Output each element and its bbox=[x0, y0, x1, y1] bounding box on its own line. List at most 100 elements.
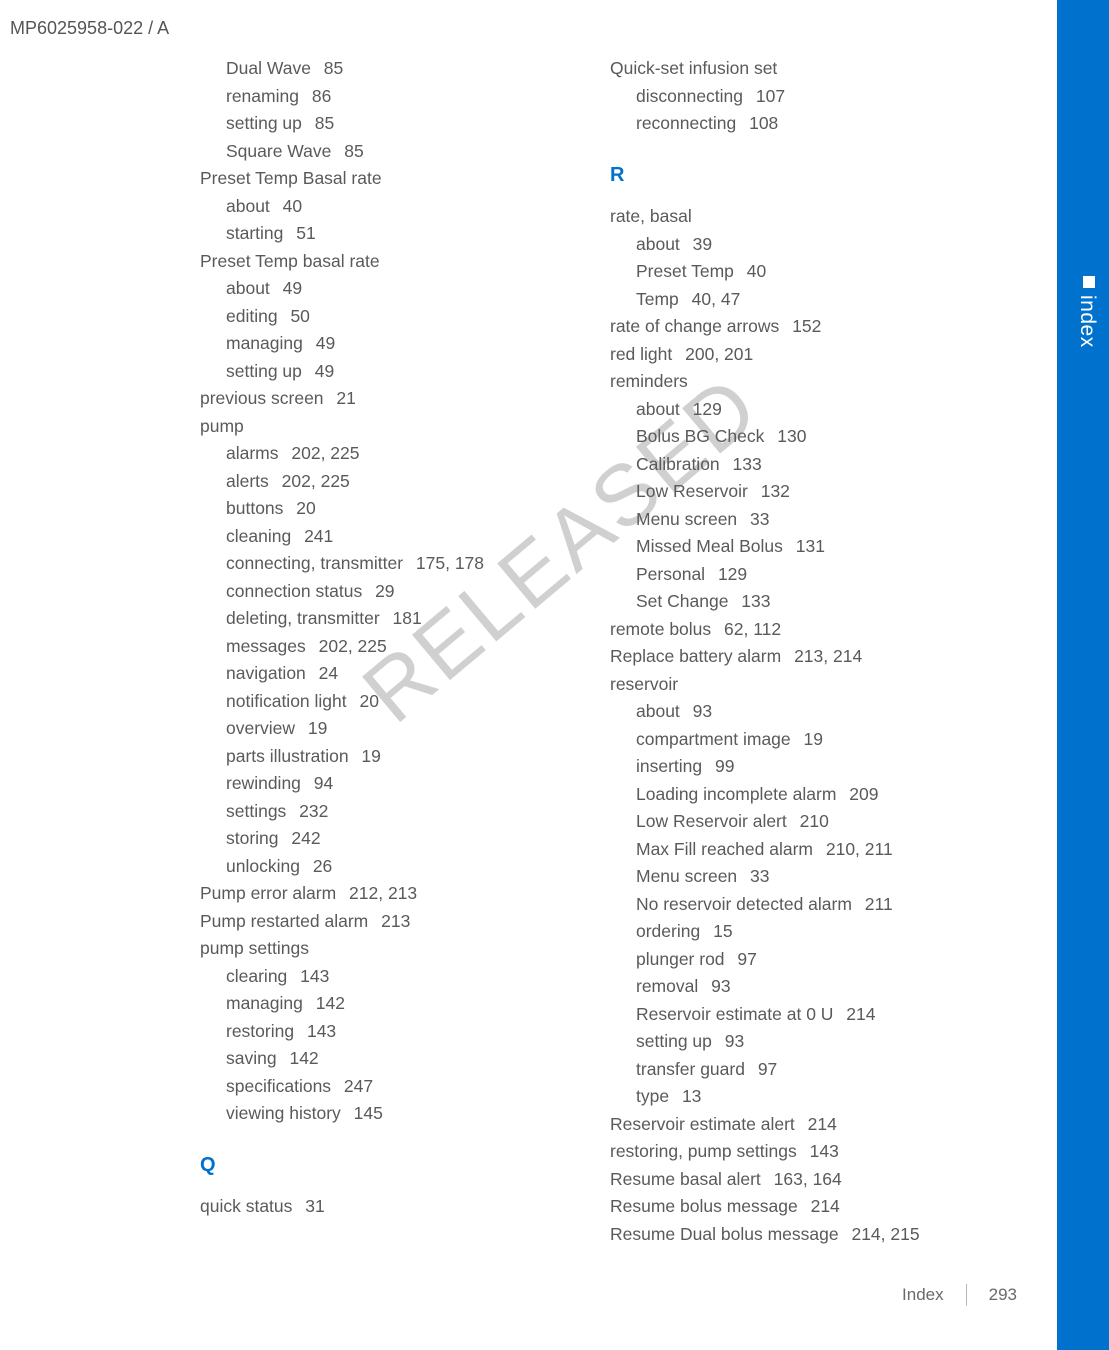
index-entry: transfer guard 97 bbox=[610, 1056, 980, 1084]
index-entry-pages: 212, 213 bbox=[344, 883, 417, 903]
index-entry-term: Preset Temp Basal rate bbox=[200, 168, 382, 188]
index-entry: No reservoir detected alarm 211 bbox=[610, 891, 980, 919]
index-entry: Missed Meal Bolus 131 bbox=[610, 533, 980, 561]
index-entry: deleting, transmitter 181 bbox=[200, 605, 570, 633]
index-entry-term: Low Reservoir bbox=[636, 481, 748, 501]
index-entry-pages: 152 bbox=[787, 316, 821, 336]
index-entry: setting up 93 bbox=[610, 1028, 980, 1056]
footer-page-number: 293 bbox=[989, 1285, 1017, 1305]
index-entry-term: previous screen bbox=[200, 388, 324, 408]
index-entry-pages: 163, 164 bbox=[769, 1169, 842, 1189]
index-entry-term: Personal bbox=[636, 564, 705, 584]
index-entry-pages: 49 bbox=[310, 361, 334, 381]
index-entry-term: buttons bbox=[226, 498, 283, 518]
index-entry-term: setting up bbox=[226, 113, 302, 133]
index-entry-pages: 49 bbox=[278, 278, 302, 298]
index-entry: settings 232 bbox=[200, 798, 570, 826]
index-entry-term: alerts bbox=[226, 471, 269, 491]
index-entry-term: pump bbox=[200, 416, 244, 436]
index-entry-term: Reservoir estimate at 0 U bbox=[636, 1004, 833, 1024]
index-entry: clearing 143 bbox=[200, 963, 570, 991]
index-entry: managing 142 bbox=[200, 990, 570, 1018]
index-entry-pages: 62, 112 bbox=[719, 619, 781, 639]
index-entry: Reservoir estimate alert 214 bbox=[610, 1111, 980, 1139]
index-entry-term: Temp bbox=[636, 289, 679, 309]
index-entry-pages: 21 bbox=[332, 388, 356, 408]
index-entry: reconnecting 108 bbox=[610, 110, 980, 138]
index-entry-pages: 143 bbox=[805, 1141, 839, 1161]
index-entry-term: connection status bbox=[226, 581, 362, 601]
index-entry-term: Resume Dual bolus message bbox=[610, 1224, 839, 1244]
index-entry: Bolus BG Check 130 bbox=[610, 423, 980, 451]
index-column-right: Quick-set infusion setdisconnecting 107r… bbox=[610, 55, 980, 1248]
index-entry-term: specifications bbox=[226, 1076, 331, 1096]
index-entry-pages: 50 bbox=[286, 306, 310, 326]
index-entry-pages: 94 bbox=[309, 773, 333, 793]
index-entry-pages: 93 bbox=[706, 976, 730, 996]
index-entry: alerts 202, 225 bbox=[200, 468, 570, 496]
index-entry: Resume Dual bolus message 214, 215 bbox=[610, 1221, 980, 1249]
index-entry-term: clearing bbox=[226, 966, 287, 986]
index-entry-pages: 213, 214 bbox=[789, 646, 862, 666]
index-entry-term: alarms bbox=[226, 443, 279, 463]
index-entry: alarms 202, 225 bbox=[200, 440, 570, 468]
index-entry-pages: 131 bbox=[791, 536, 825, 556]
index-entry-pages: 214, 215 bbox=[847, 1224, 920, 1244]
index-entry-pages: 51 bbox=[291, 223, 315, 243]
index-entry-term: Set Change bbox=[636, 591, 728, 611]
index-entry: rate, basal bbox=[610, 203, 980, 231]
index-entry-term: quick status bbox=[200, 1196, 292, 1216]
index-entry-term: setting up bbox=[226, 361, 302, 381]
index-entry: previous screen 21 bbox=[200, 385, 570, 413]
index-entry-term: Resume bolus message bbox=[610, 1196, 798, 1216]
index-entry-term: type bbox=[636, 1086, 669, 1106]
index-entry-term: Resume basal alert bbox=[610, 1169, 761, 1189]
index-entry: reservoir bbox=[610, 671, 980, 699]
index-entry-pages: 86 bbox=[307, 86, 331, 106]
side-tab: index bbox=[1057, 0, 1109, 1350]
index-entry-pages: 29 bbox=[370, 581, 394, 601]
index-entry-pages: 145 bbox=[349, 1103, 383, 1123]
index-entry: rate of change arrows 152 bbox=[610, 313, 980, 341]
index-entry-pages: 143 bbox=[295, 966, 329, 986]
side-tab-label: index bbox=[1075, 295, 1099, 348]
index-entry: Pump error alarm 212, 213 bbox=[200, 880, 570, 908]
index-entry-pages: 214 bbox=[803, 1114, 837, 1134]
index-entry-term: reconnecting bbox=[636, 113, 736, 133]
index-entry-term: No reservoir detected alarm bbox=[636, 894, 852, 914]
index-entry-pages: 232 bbox=[294, 801, 328, 821]
index-entry-term: messages bbox=[226, 636, 306, 656]
index-entry-term: Low Reservoir alert bbox=[636, 811, 787, 831]
index-entry: plunger rod 97 bbox=[610, 946, 980, 974]
index-entry: storing 242 bbox=[200, 825, 570, 853]
index-entry-pages: 133 bbox=[728, 454, 762, 474]
index-entry-pages: 85 bbox=[339, 141, 363, 161]
index-entry-term: reminders bbox=[610, 371, 688, 391]
index-page: Dual Wave 85renaming 86setting up 85Squa… bbox=[200, 55, 980, 1248]
index-entry-term: red light bbox=[610, 344, 672, 364]
index-entry: viewing history 145 bbox=[200, 1100, 570, 1128]
index-entry-pages: 130 bbox=[772, 426, 806, 446]
index-entry-term: ordering bbox=[636, 921, 700, 941]
index-entry-term: Missed Meal Bolus bbox=[636, 536, 783, 556]
index-entry-term: overview bbox=[226, 718, 295, 738]
index-entry-pages: 26 bbox=[308, 856, 332, 876]
index-entry: red light 200, 201 bbox=[610, 341, 980, 369]
index-entry: saving 142 bbox=[200, 1045, 570, 1073]
index-entry-pages: 15 bbox=[708, 921, 732, 941]
index-entry: about 129 bbox=[610, 396, 980, 424]
index-entry: compartment image 19 bbox=[610, 726, 980, 754]
index-entry-term: Loading incomplete alarm bbox=[636, 784, 836, 804]
index-entry: parts illustration 19 bbox=[200, 743, 570, 771]
index-entry-term: rate, basal bbox=[610, 206, 692, 226]
index-entry-term: about bbox=[636, 701, 680, 721]
index-entry: navigation 24 bbox=[200, 660, 570, 688]
index-entry-term: Max Fill reached alarm bbox=[636, 839, 813, 859]
index-entry: reminders bbox=[610, 368, 980, 396]
index-entry-pages: 13 bbox=[677, 1086, 701, 1106]
index-entry: notification light 20 bbox=[200, 688, 570, 716]
index-entry-pages: 133 bbox=[736, 591, 770, 611]
index-entry-term: removal bbox=[636, 976, 698, 996]
index-entry-term: transfer guard bbox=[636, 1059, 745, 1079]
index-entry-pages: 107 bbox=[751, 86, 785, 106]
